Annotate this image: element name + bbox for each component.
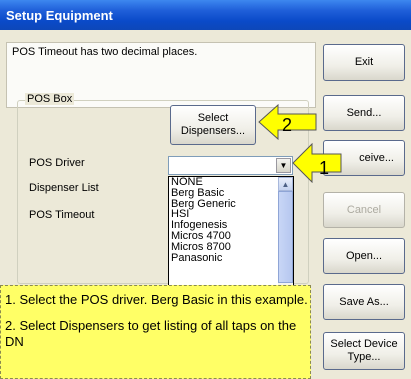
list-item[interactable]: Micros 8700 (169, 241, 293, 253)
pos-driver-label: POS Driver (29, 157, 85, 169)
pos-driver-combo[interactable]: ▼ (168, 156, 293, 175)
exit-button[interactable]: Exit (323, 44, 405, 81)
pos-box-label: POS Box (25, 93, 75, 105)
callout-step-1: 1. Select the POS driver. Berg Basic in … (5, 292, 308, 307)
callout-step-2: 2. Select Dispensers to get listing of a… (5, 318, 297, 349)
select-device-type-button[interactable]: Select Device Type... (323, 332, 405, 370)
cancel-button[interactable]: Cancel (323, 192, 405, 228)
message-text: POS Timeout has two decimal places. (12, 46, 198, 58)
scroll-thumb[interactable] (278, 191, 293, 283)
arrow-2-number: 2 (282, 115, 293, 135)
scroll-up-icon[interactable]: ▲ (278, 177, 293, 191)
dispenser-list-label: Dispenser List (29, 182, 99, 194)
open-button[interactable]: Open... (323, 238, 405, 274)
chevron-down-icon[interactable]: ▼ (276, 158, 291, 173)
list-item[interactable]: Berg Basic (169, 187, 293, 199)
select-dispensers-button[interactable]: Select Dispensers... (170, 105, 256, 145)
send-button[interactable]: Send... (323, 95, 405, 131)
window-title: Setup Equipment (0, 0, 411, 30)
arrow-1-number: 1 (319, 158, 330, 178)
instruction-callout: 1. Select the POS driver. Berg Basic in … (0, 285, 311, 379)
save-as-button[interactable]: Save As... (323, 284, 405, 320)
pos-timeout-label: POS Timeout (29, 209, 95, 221)
list-item[interactable]: Panasonic (169, 252, 293, 264)
arrow-1-icon (292, 143, 342, 183)
